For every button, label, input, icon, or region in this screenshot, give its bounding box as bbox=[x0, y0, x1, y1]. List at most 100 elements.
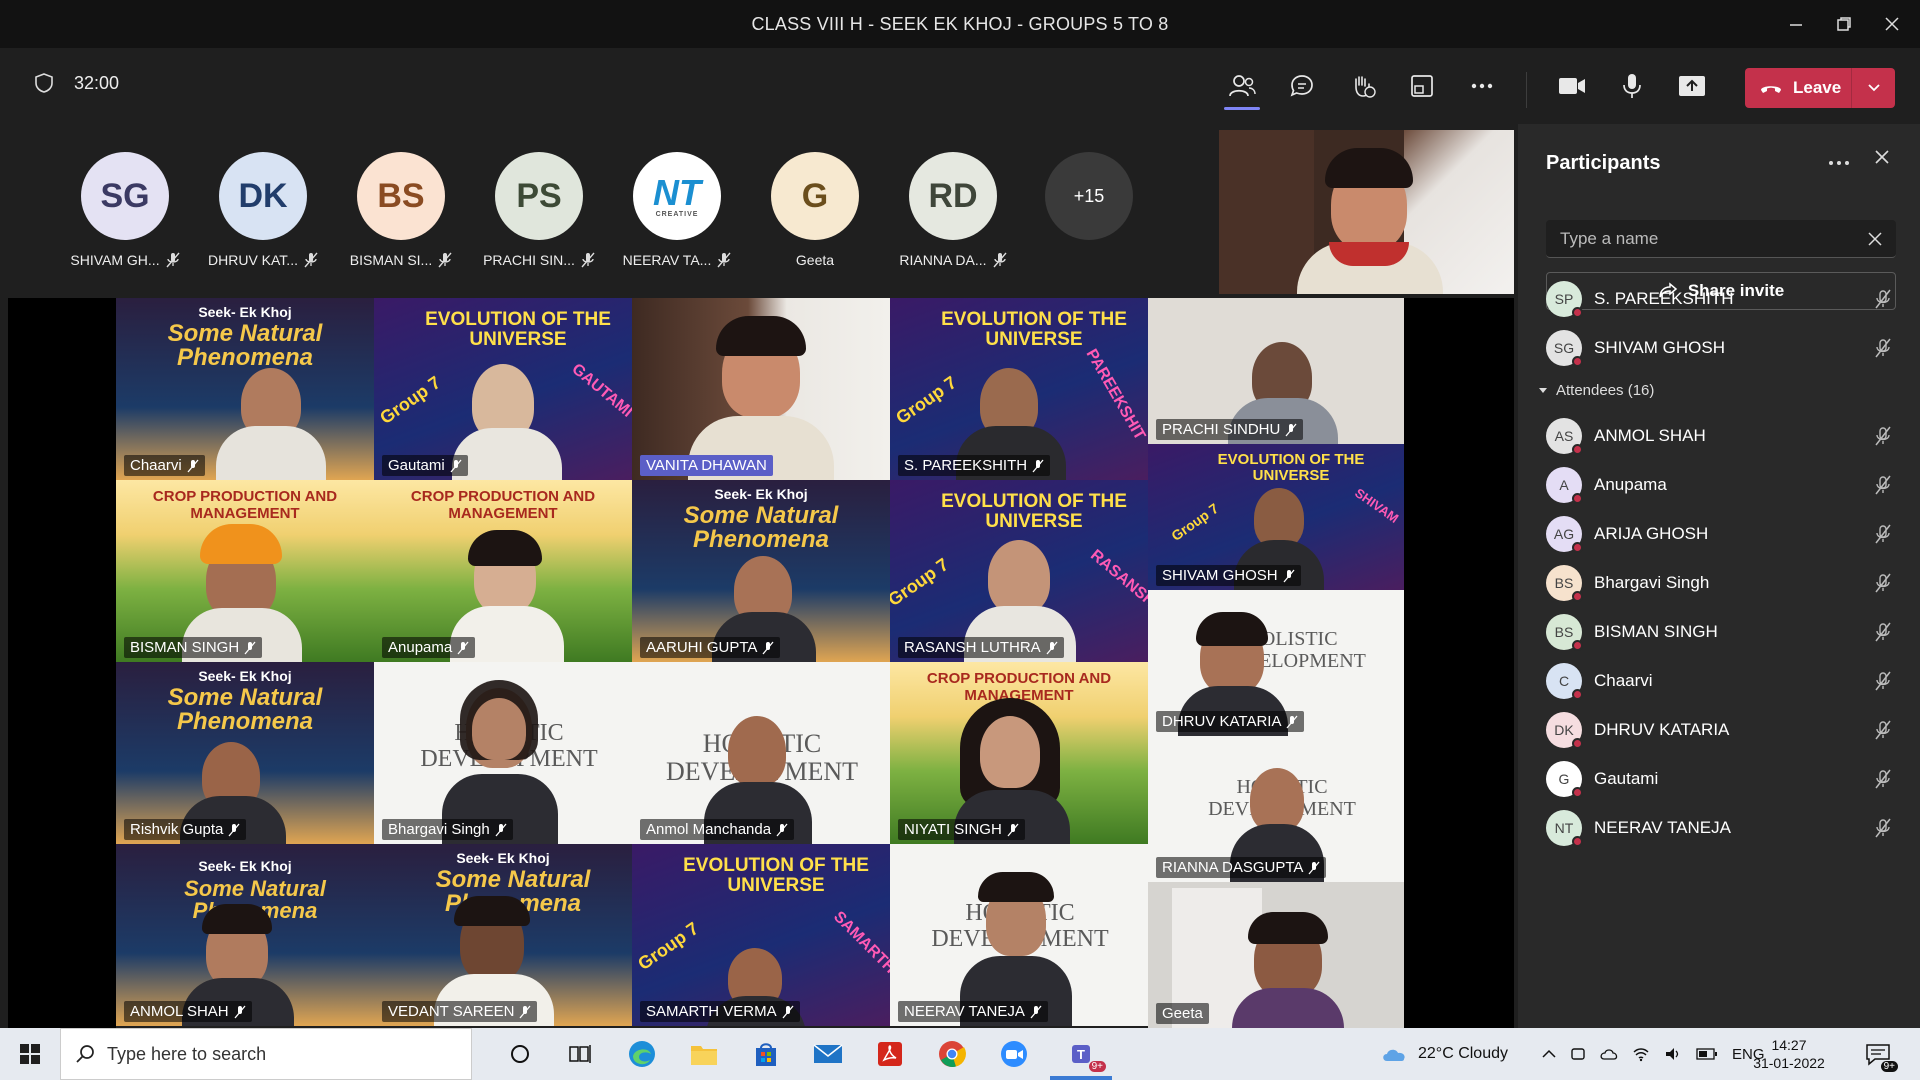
close-window-button[interactable] bbox=[1864, 0, 1920, 48]
mic-off-icon bbox=[304, 252, 318, 268]
participant-row[interactable]: A Anupama bbox=[1546, 463, 1896, 507]
video-tile[interactable]: HOLISTIC DEVELOPMENT NEERAV TANEJA bbox=[890, 844, 1148, 1026]
teams-button[interactable]: T 9+ bbox=[1060, 1038, 1106, 1072]
participant-row[interactable]: NT NEERAV TANEJA bbox=[1546, 806, 1896, 850]
video-tile[interactable]: Seek- Ek Khoj Some Natural Phenomena Ris… bbox=[116, 662, 374, 844]
leave-button[interactable]: Leave bbox=[1745, 68, 1851, 108]
participant-mic-toggle[interactable] bbox=[1870, 622, 1896, 642]
taskbar-search[interactable]: Type here to search bbox=[60, 1028, 472, 1080]
participant-avatar[interactable]: BS BISMAN SI... bbox=[331, 152, 471, 268]
volume-icon[interactable] bbox=[1664, 1046, 1682, 1062]
participant-avatar[interactable]: NT CREATIVE NEERAV TA... bbox=[607, 152, 747, 268]
chat-button[interactable] bbox=[1278, 62, 1326, 110]
participant-avatar[interactable]: DK DHRUV KAT... bbox=[193, 152, 333, 268]
video-tile[interactable]: EVOLUTION OF THE UNIVERSE Group 7 RASANS… bbox=[890, 480, 1148, 662]
chrome-button[interactable] bbox=[936, 1038, 968, 1070]
store-button[interactable] bbox=[750, 1038, 782, 1070]
weather-widget[interactable]: 22°C Cloudy bbox=[1380, 1028, 1508, 1080]
video-tile[interactable]: EVOLUTION OF THE UNIVERSE Group 7 GAUTAM… bbox=[374, 298, 632, 480]
participant-mic-toggle[interactable] bbox=[1870, 671, 1896, 691]
participant-mic-toggle[interactable] bbox=[1870, 573, 1896, 593]
participant-avatar[interactable]: SG SHIVAM GH... bbox=[55, 152, 195, 268]
video-tile[interactable]: CROP PRODUCTION AND MANAGEMENT BISMAN SI… bbox=[116, 480, 374, 662]
participant-row[interactable]: BS BISMAN SINGH bbox=[1546, 610, 1896, 654]
wifi-icon[interactable] bbox=[1632, 1046, 1650, 1062]
participant-mic-toggle[interactable] bbox=[1870, 818, 1896, 838]
mic-button[interactable] bbox=[1608, 62, 1656, 110]
participant-row[interactable]: SG SHIVAM GHOSH bbox=[1546, 326, 1896, 370]
panel-close-button[interactable] bbox=[1874, 148, 1890, 171]
video-tile[interactable]: HOLISTIC DEVELOPMENT Anmol Manchanda bbox=[632, 662, 890, 844]
timer-text: 32:00 bbox=[74, 72, 120, 93]
video-tile[interactable]: Seek- Ek Khoj Some Natural Phenomena ANM… bbox=[116, 844, 374, 1026]
participant-avatar[interactable]: G Geeta bbox=[745, 152, 885, 268]
meet-now-icon[interactable] bbox=[1570, 1046, 1586, 1062]
participant-row[interactable]: BS Bhargavi Singh bbox=[1546, 561, 1896, 605]
participant-mic-toggle[interactable] bbox=[1870, 475, 1896, 495]
video-tile[interactable]: Seek- Ek Khoj Some Natural Phenomena AAR… bbox=[632, 480, 890, 662]
view-button[interactable] bbox=[1398, 62, 1446, 110]
video-tile[interactable]: HOLISTIC DEVELOPMENT Bhargavi Singh bbox=[374, 662, 632, 844]
participant-avatar[interactable]: PS PRACHI SIN... bbox=[469, 152, 609, 268]
mail-button[interactable] bbox=[812, 1038, 844, 1070]
file-explorer-button[interactable] bbox=[688, 1038, 720, 1070]
video-tile[interactable]: EVOLUTION OF THE UNIVERSE Group 7 SHIVAM… bbox=[1148, 444, 1404, 590]
more-actions-button[interactable] bbox=[1458, 62, 1506, 110]
attendees-section-header[interactable]: Attendees (16) bbox=[1538, 382, 1654, 399]
participant-row[interactable]: AS ANMOL SHAH bbox=[1546, 414, 1896, 458]
acrobat-button[interactable] bbox=[874, 1038, 906, 1070]
participant-mic-toggle[interactable] bbox=[1870, 720, 1896, 740]
cortana-button[interactable] bbox=[504, 1038, 536, 1070]
participant-mic-toggle[interactable] bbox=[1870, 338, 1896, 358]
edge-icon bbox=[629, 1041, 655, 1067]
edge-taskbar-button[interactable] bbox=[626, 1038, 658, 1070]
task-view-button[interactable] bbox=[564, 1038, 596, 1070]
participant-row[interactable]: SP S. PAREEKSHITH bbox=[1546, 277, 1896, 321]
participant-row[interactable]: G Gautami bbox=[1546, 757, 1896, 801]
participant-name: ANMOL SHAH bbox=[1594, 426, 1706, 445]
video-tile[interactable]: CROP PRODUCTION AND MANAGEMENT NIYATI SI… bbox=[890, 662, 1148, 844]
participant-mic-toggle[interactable] bbox=[1870, 769, 1896, 789]
video-tile[interactable]: Seek- Ek Khoj Some Natural Phenomena VED… bbox=[374, 844, 632, 1026]
leave-options-dropdown[interactable] bbox=[1852, 83, 1895, 93]
participant-mic-toggle[interactable] bbox=[1870, 524, 1896, 544]
clear-search-icon[interactable] bbox=[1868, 231, 1882, 246]
reactions-button[interactable] bbox=[1338, 62, 1386, 110]
window-title: CLASS VIII H - SEEK EK KHOJ - GROUPS 5 T… bbox=[751, 13, 1169, 34]
video-gallery: Seek- Ek Khoj Some Natural Phenomena Cha… bbox=[0, 298, 1518, 1028]
video-tile[interactable]: EVOLUTION OF THE UNIVERSE Group 7 PAREEK… bbox=[890, 298, 1148, 480]
mic-off-icon bbox=[166, 252, 180, 268]
notifications-button[interactable]: 9+ bbox=[1862, 1038, 1898, 1072]
camera-button[interactable] bbox=[1548, 62, 1596, 110]
onedrive-icon[interactable] bbox=[1600, 1047, 1618, 1061]
participant-row[interactable]: DK DHRUV KATARIA bbox=[1546, 708, 1896, 752]
chevron-up-icon[interactable] bbox=[1542, 1049, 1556, 1059]
video-tile[interactable]: PRACHI SINDHU bbox=[1148, 298, 1404, 444]
participant-avatar[interactable]: RD RIANNA DA... bbox=[883, 152, 1023, 268]
participant-avatar: AS bbox=[1546, 418, 1583, 455]
participant-avatar: BS bbox=[1546, 614, 1583, 651]
participant-mic-toggle[interactable] bbox=[1870, 289, 1896, 309]
video-tile[interactable]: Seek- Ek Khoj Some Natural Phenomena Cha… bbox=[116, 298, 374, 480]
participant-row[interactable]: C Chaarvi bbox=[1546, 659, 1896, 703]
participants-button[interactable] bbox=[1218, 62, 1266, 110]
video-tile[interactable]: HOLISTIC DEVELOPMENT DHRUV KATARIA bbox=[1148, 590, 1404, 736]
participant-name: DHRUV KATARIA bbox=[1594, 720, 1730, 739]
start-button[interactable] bbox=[14, 1038, 46, 1070]
video-tile[interactable]: VANITA DHAWAN bbox=[632, 298, 890, 480]
video-tile[interactable]: Geeta bbox=[1148, 882, 1404, 1028]
clock[interactable]: 14:27 31-01-2022 bbox=[1744, 1028, 1834, 1080]
panel-more-button[interactable] bbox=[1828, 150, 1850, 173]
mic-off-icon bbox=[1007, 823, 1019, 836]
participant-mic-toggle[interactable] bbox=[1870, 426, 1896, 446]
participant-search-input[interactable] bbox=[1560, 228, 1868, 249]
share-content-button[interactable] bbox=[1668, 62, 1716, 110]
video-tile[interactable]: EVOLUTION OF THE UNIVERSE Group 7 SAMART… bbox=[632, 844, 890, 1026]
overflow-participants-button[interactable]: +15 bbox=[1019, 152, 1159, 240]
participant-row[interactable]: AG ARIJA GHOSH bbox=[1546, 512, 1896, 556]
avatar: DK bbox=[219, 152, 307, 240]
zoom-button[interactable] bbox=[998, 1038, 1030, 1070]
video-tile[interactable]: HOLISTIC DEVELOPMENT RIANNA DASGUPTA bbox=[1148, 736, 1404, 882]
video-tile[interactable]: CROP PRODUCTION AND MANAGEMENT Anupama bbox=[374, 480, 632, 662]
battery-icon[interactable] bbox=[1696, 1047, 1718, 1061]
